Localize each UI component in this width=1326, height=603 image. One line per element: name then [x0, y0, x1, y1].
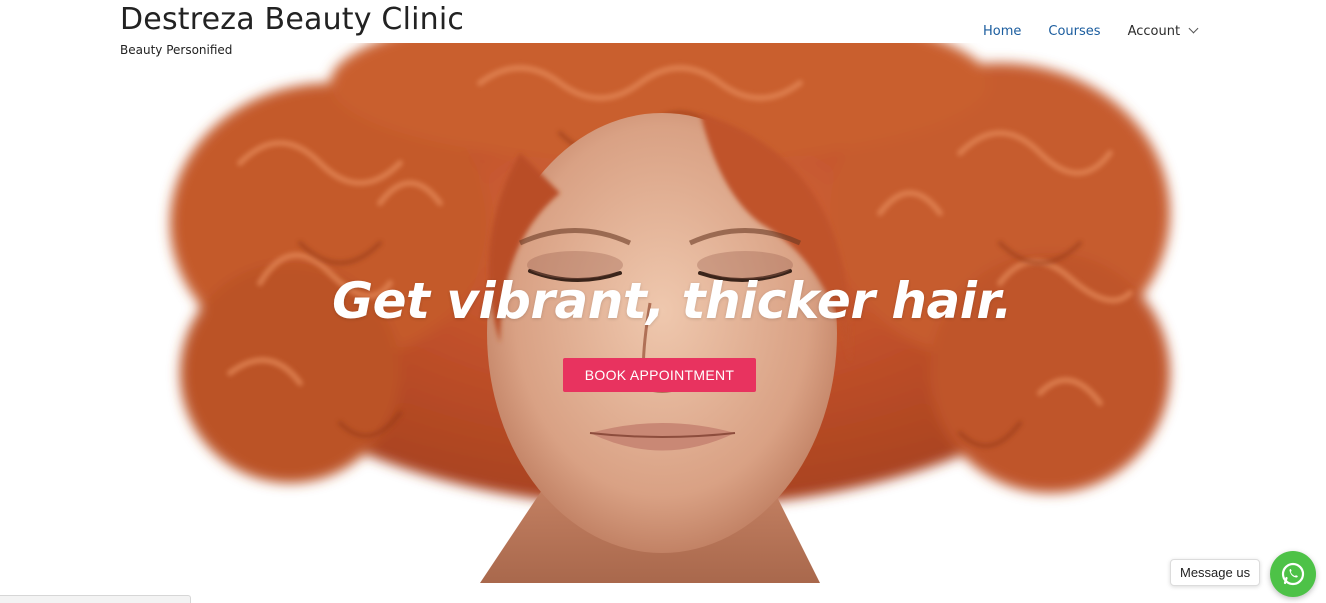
- page: Destreza Beauty Clinic Beauty Personifie…: [0, 0, 1326, 603]
- message-us-bubble[interactable]: Message us: [1170, 559, 1261, 586]
- whatsapp-chat-button[interactable]: [1270, 551, 1316, 597]
- site-tagline: Beauty Personified: [120, 43, 233, 57]
- nav-link-courses[interactable]: Courses: [1048, 24, 1100, 39]
- whatsapp-icon: [1281, 562, 1305, 586]
- browser-status-bar: [0, 595, 191, 603]
- nav-link-home[interactable]: Home: [983, 24, 1021, 39]
- chevron-down-icon: [1188, 23, 1199, 34]
- nav-account-dropdown[interactable]: Account: [1127, 23, 1199, 39]
- book-appointment-button[interactable]: BOOK APPOINTMENT: [563, 358, 756, 392]
- main-nav: Home Courses Account: [983, 23, 1199, 39]
- hero-headline: Get vibrant, thicker hair.: [332, 272, 1012, 330]
- site-title[interactable]: Destreza Beauty Clinic: [120, 2, 464, 37]
- nav-account-label: Account: [1127, 24, 1181, 39]
